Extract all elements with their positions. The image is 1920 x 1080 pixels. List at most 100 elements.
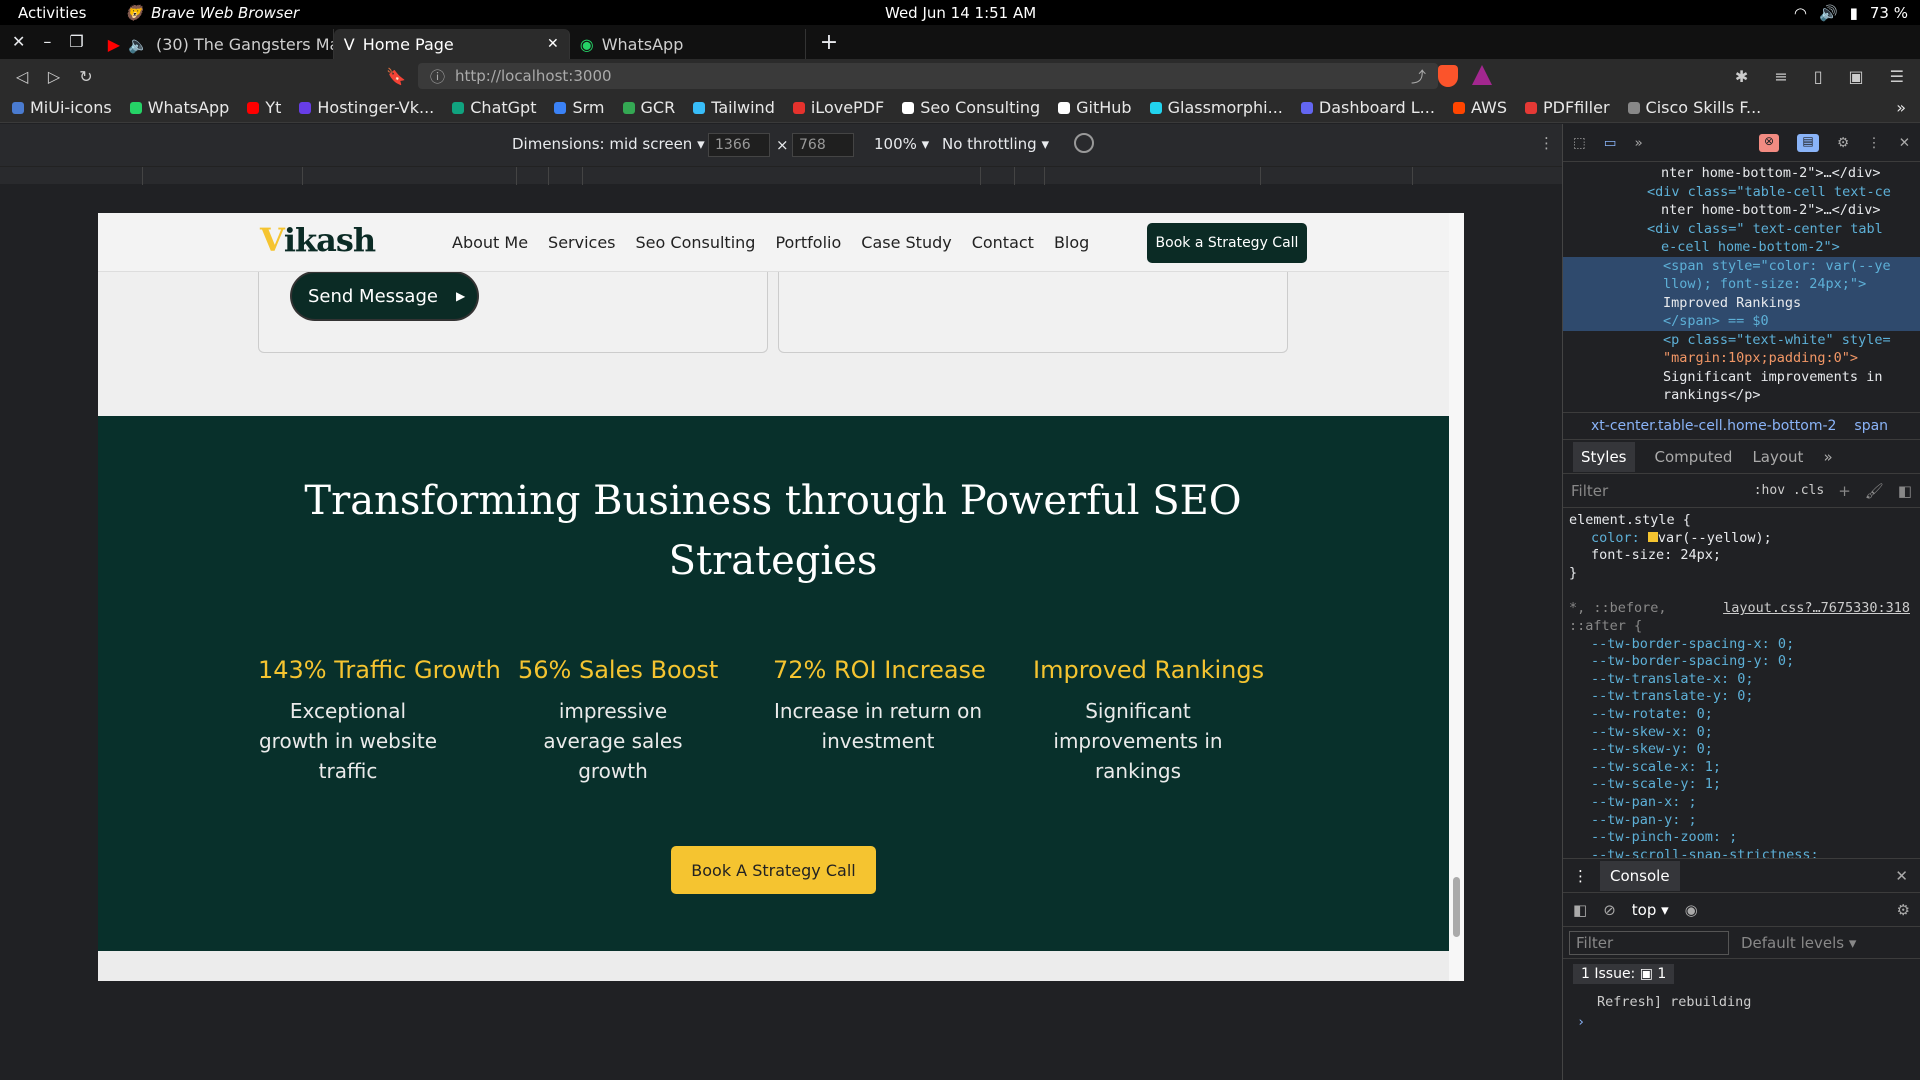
context-select[interactable]: top ▾	[1632, 901, 1669, 919]
clear-console-icon[interactable]: ⊘	[1603, 901, 1616, 919]
zoom-select[interactable]: 100% ▾	[874, 135, 929, 153]
nav-seo-consulting[interactable]: Seo Consulting	[636, 233, 756, 252]
url-field[interactable]: ⓘ http://localhost:3000 ⤴	[418, 63, 1438, 89]
dom-line[interactable]: <p class="text-white" style=	[1577, 331, 1920, 350]
bookmark-item[interactable]: Glassmorphi...	[1149, 98, 1283, 117]
bookmark-item[interactable]: PDFfiller	[1524, 98, 1610, 117]
reload-icon[interactable]: ↻	[70, 67, 102, 86]
dom-line[interactable]: <div class="table-cell text-ce	[1577, 183, 1920, 202]
inspect-icon[interactable]: ⬚	[1573, 135, 1586, 151]
levels-select[interactable]: Default levels ▾	[1741, 934, 1856, 952]
restore-icon[interactable]: ❐	[69, 32, 83, 51]
paint-icon[interactable]: 🖌	[1865, 482, 1884, 500]
nav-case-study[interactable]: Case Study	[861, 233, 951, 252]
dom-line[interactable]: nter home-bottom-2">…</div>	[1577, 201, 1920, 220]
nav-blog[interactable]: Blog	[1054, 233, 1089, 252]
sidebar-icon[interactable]: ▯	[1814, 67, 1823, 86]
more-tabs-icon[interactable]: »	[1635, 135, 1643, 151]
playlist-icon[interactable]: ≡	[1774, 67, 1787, 86]
hov-cls-toggles[interactable]: :hov .cls	[1754, 483, 1824, 498]
forward-icon[interactable]: ▷	[38, 67, 70, 86]
bookmark-item[interactable]: WhatsApp	[129, 98, 229, 117]
message-badge[interactable]: ▤	[1797, 133, 1820, 152]
back-icon[interactable]: ◁	[6, 67, 38, 86]
dom-line[interactable]: e-cell home-bottom-2">	[1577, 238, 1920, 257]
width-input[interactable]: 1366	[708, 133, 770, 157]
more-tabs-icon[interactable]: »	[1823, 448, 1832, 466]
color-swatch[interactable]	[1647, 531, 1658, 542]
bookmark-item[interactable]: MiUi-icons	[12, 98, 112, 117]
breadcrumb-item[interactable]: span	[1854, 418, 1888, 434]
selected-dom-node[interactable]: <span style="color: var(--ye llow); font…	[1563, 256, 1920, 331]
toggle-sidebar-icon[interactable]: ◧	[1898, 482, 1912, 500]
menu-icon[interactable]: ☰	[1890, 67, 1904, 86]
bookmark-item[interactable]: Tailwind	[693, 98, 775, 117]
app-menu[interactable]: 🦁 Brave Web Browser	[124, 4, 299, 22]
new-tab-icon[interactable]: +	[806, 30, 852, 59]
dom-line[interactable]: rankings</p>	[1577, 386, 1920, 405]
bookmark-item[interactable]: GCR	[622, 98, 675, 117]
console-settings-icon[interactable]: ⚙	[1897, 901, 1910, 919]
dom-line[interactable]: "margin:10px;padding:0">	[1577, 349, 1920, 368]
bookmark-item[interactable]: Seo Consulting	[902, 98, 1040, 117]
minimize-icon[interactable]: –	[43, 32, 51, 51]
bookmark-item[interactable]: Yt	[247, 98, 281, 117]
page-scrollbar[interactable]	[1449, 213, 1464, 981]
bookmark-item[interactable]: Hostinger-Vk...	[299, 98, 434, 117]
book-strategy-call-nav-button[interactable]: Book a Strategy Call	[1147, 223, 1307, 263]
dom-line[interactable]: Significant improvements in	[1577, 368, 1920, 387]
bookmark-item[interactable]: Cisco Skills F...	[1627, 98, 1761, 117]
bookmark-item[interactable]: AWS	[1452, 98, 1507, 117]
media-query-ruler[interactable]	[0, 166, 1562, 185]
issues-button[interactable]: 1 Issue: ▣ 1	[1573, 963, 1675, 984]
dom-line[interactable]: <div class=" text-center tabl	[1577, 220, 1920, 239]
height-input[interactable]: 768	[792, 133, 854, 157]
close-tab-icon[interactable]: ✕	[547, 36, 559, 52]
styles-filter-input[interactable]: Filter	[1571, 482, 1608, 500]
more-bookmarks-icon[interactable]: »	[1896, 98, 1906, 117]
prompt-icon[interactable]: ›	[1577, 1012, 1920, 1032]
system-tray[interactable]: ◠ 🔊 ▮ 73 %	[1794, 4, 1908, 22]
site-logo[interactable]: Vikash	[260, 221, 376, 259]
tab-youtube[interactable]: ▶ 🔈 (30) The Gangsters Mas	[98, 29, 334, 59]
close-drawer-icon[interactable]: ✕	[1895, 867, 1908, 885]
console-tab[interactable]: Console	[1600, 860, 1680, 891]
bookmark-item[interactable]: Srm	[554, 98, 605, 117]
close-window-icon[interactable]: ✕	[12, 32, 25, 51]
extensions-icon[interactable]: ✱	[1735, 67, 1748, 86]
nav-services[interactable]: Services	[548, 233, 615, 252]
bookmark-item[interactable]: Dashboard L...	[1300, 98, 1435, 117]
nav-contact[interactable]: Contact	[972, 233, 1034, 252]
brave-rewards-icon[interactable]	[1472, 65, 1492, 85]
audio-icon[interactable]: 🔈	[128, 35, 148, 54]
dimensions-select[interactable]: Dimensions: mid screen ▾	[512, 135, 705, 153]
bookmark-item[interactable]: iLovePDF	[792, 98, 884, 117]
tab-layout[interactable]: Layout	[1752, 448, 1803, 466]
error-badge[interactable]: ⊗	[1759, 133, 1780, 152]
nav-portfolio[interactable]: Portfolio	[775, 233, 841, 252]
more-icon[interactable]: ⋮	[1539, 134, 1554, 152]
throttling-select[interactable]: No throttling ▾	[942, 135, 1049, 153]
bookmark-icon[interactable]: 🔖	[380, 67, 412, 86]
bookmark-item[interactable]: ChatGpt	[452, 98, 536, 117]
bookmark-item[interactable]: GitHub	[1058, 98, 1132, 117]
drawer-menu-icon[interactable]: ⋮	[1573, 867, 1588, 885]
tab-home-page[interactable]: V Home Page ✕	[333, 29, 570, 59]
dom-line[interactable]: nter home-bottom-2">…</div>	[1577, 164, 1920, 183]
settings-icon[interactable]: ⚙	[1837, 135, 1849, 151]
send-message-button[interactable]: Send Message ▶	[292, 273, 477, 319]
tab-whatsapp[interactable]: ◉ WhatsApp	[570, 29, 806, 59]
nav-about-me[interactable]: About Me	[452, 233, 528, 252]
eye-icon[interactable]: ◉	[1685, 901, 1698, 919]
info-icon[interactable]: ⓘ	[430, 66, 445, 87]
kebab-icon[interactable]: ⋮	[1867, 135, 1881, 151]
device-toggle-icon[interactable]: ▭	[1604, 135, 1617, 151]
sidebar-toggle-icon[interactable]: ◧	[1573, 901, 1587, 919]
tab-styles[interactable]: Styles	[1573, 441, 1635, 472]
activities-button[interactable]: Activities	[18, 4, 86, 22]
console-filter-input[interactable]: Filter	[1569, 930, 1729, 955]
clock[interactable]: Wed Jun 14 1:51 AM	[885, 4, 1036, 22]
share-icon[interactable]: ⤴	[1411, 66, 1426, 87]
rotate-icon[interactable]	[1074, 133, 1094, 153]
css-rules[interactable]: element.style { color: color: var(--yell…	[1563, 508, 1920, 858]
